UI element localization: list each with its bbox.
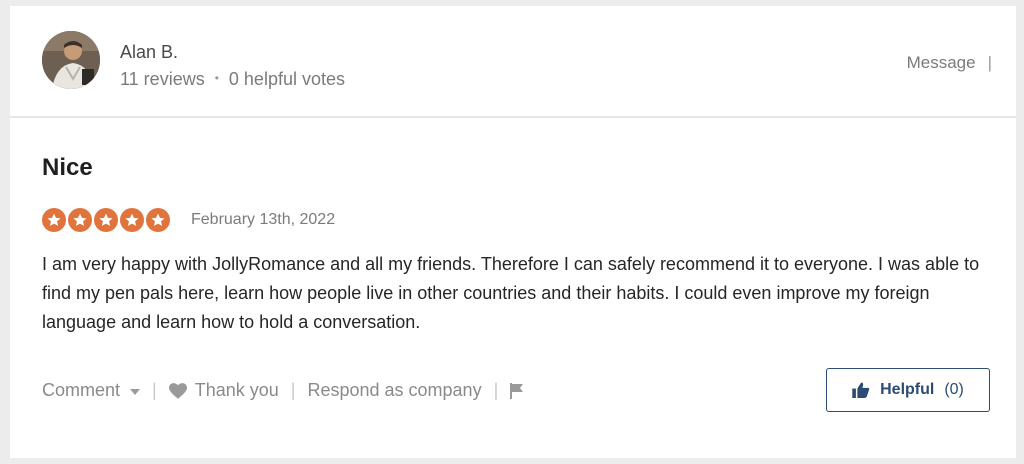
avatar[interactable]	[42, 31, 100, 89]
review-actions: Comment | Thank you | Respond as company…	[42, 380, 524, 401]
thank-you-button[interactable]: Thank you	[168, 380, 279, 401]
message-link-wrapper: Message |	[907, 53, 992, 73]
helpful-votes-count: 0 helpful votes	[228, 69, 345, 89]
message-link[interactable]: Message	[907, 53, 976, 72]
flag-icon	[510, 382, 524, 399]
avatar-image	[42, 31, 100, 89]
comment-label: Comment	[42, 380, 121, 400]
report-button[interactable]	[510, 382, 524, 399]
star-icon	[42, 208, 66, 232]
review-text: I am very happy with JollyRomance and al…	[42, 254, 980, 332]
star-icon	[68, 208, 92, 232]
reviewer-name[interactable]: Alan B.	[120, 42, 178, 63]
action-separator: |	[493, 380, 499, 400]
thank-you-label: Thank you	[194, 380, 279, 400]
star-icon	[146, 208, 170, 232]
star-rating	[42, 208, 170, 232]
helpful-label: Helpful	[880, 381, 935, 398]
comment-button[interactable]: Comment	[42, 380, 141, 401]
separator-dot: •	[214, 71, 219, 85]
helpful-count: (0)	[944, 381, 964, 398]
caret-down-icon	[130, 380, 141, 401]
action-separator: |	[290, 380, 296, 400]
star-icon	[120, 208, 144, 232]
star-icon	[94, 208, 118, 232]
thumbs-up-icon	[852, 382, 870, 398]
reviewer-stats: 11 reviews • 0 helpful votes	[120, 69, 345, 90]
action-separator: |	[152, 380, 157, 400]
respond-as-company-button[interactable]: Respond as company	[307, 380, 481, 401]
review-date: February 13th, 2022	[191, 211, 336, 228]
reviews-count[interactable]: 11 reviews	[120, 69, 205, 89]
review-card: Alan B. 11 reviews • 0 helpful votes Messa…	[10, 6, 1016, 458]
helpful-button[interactable]: Helpful (0)	[826, 368, 990, 412]
review-title: Nice	[42, 154, 93, 181]
review-header: Alan B. 11 reviews • 0 helpful votes Messa…	[10, 6, 1016, 118]
message-separator: |	[987, 53, 992, 72]
respond-label: Respond as company	[307, 380, 482, 400]
heart-icon	[168, 382, 187, 399]
